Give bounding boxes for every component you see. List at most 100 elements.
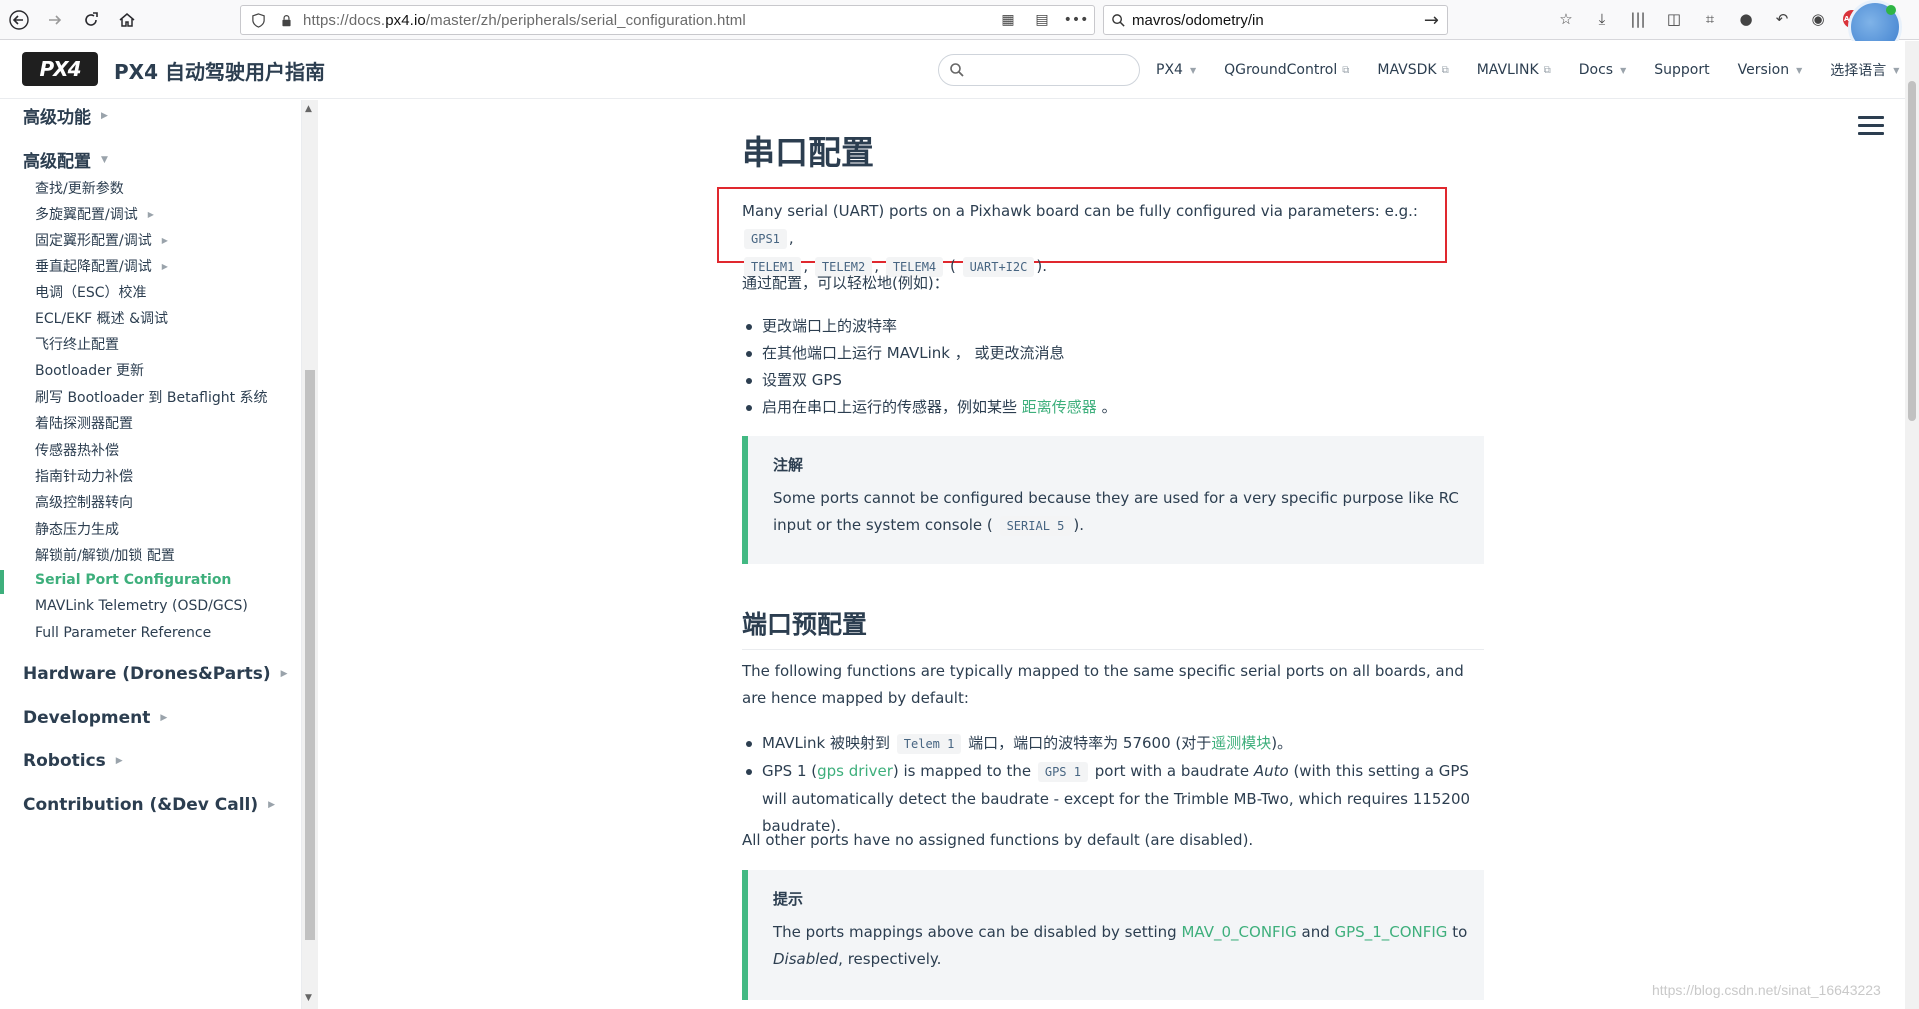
site-search-input[interactable]: [971, 59, 1131, 81]
chat-bubble-icon[interactable]: ●: [1735, 6, 1757, 32]
chevron-right-icon: ▶: [268, 800, 276, 810]
sidebar-toggle-icon[interactable]: ◫: [1663, 6, 1685, 32]
download-icon[interactable]: ⤓: [1591, 6, 1613, 32]
sidebar-section-advanced-features[interactable]: 高级功能 ▶: [23, 103, 108, 128]
sidebar-item[interactable]: 指南针动力补偿: [35, 466, 133, 486]
sidebar-item[interactable]: MAVLink Telemetry (OSD/GCS): [35, 598, 248, 614]
sidebar-item-serial-port-configuration[interactable]: Serial Port Configuration: [35, 572, 231, 588]
nav-mavsdk[interactable]: MAVSDK ⧉: [1377, 60, 1448, 80]
nav-support[interactable]: Support: [1654, 60, 1709, 80]
caret-down-icon: ▼: [1189, 65, 1197, 75]
search-icon: [1104, 13, 1132, 28]
scroll-down-arrow-icon[interactable]: ▼: [305, 993, 312, 1003]
code-gps-1: GPS 1: [1037, 762, 1088, 782]
sidebar-item[interactable]: 解锁前/解锁/加锁 配置: [35, 545, 175, 565]
mapping-list: MAVLink 被映射到 Telem 1 端口，端口的波特率为 57600 (对…: [742, 730, 1484, 840]
note-text: Some ports cannot be configured because …: [773, 489, 1459, 536]
forward-button[interactable]: [38, 3, 72, 37]
sidebar-section-development[interactable]: Development ▶: [23, 708, 167, 728]
back-button[interactable]: [2, 3, 36, 37]
tip-box: 提示 The ports mappings above can be disab…: [742, 870, 1484, 1000]
caret-down-icon: ▼: [1893, 65, 1900, 75]
sidebar-item[interactable]: ECL/EKF 概述 &调试: [35, 308, 168, 328]
scroll-up-arrow-icon[interactable]: ▲: [305, 104, 312, 114]
nav-language[interactable]: 选择语言 ▼: [1830, 60, 1899, 80]
code-serial5: SERIAL 5: [999, 516, 1072, 536]
caret-down-icon: ▼: [1620, 65, 1627, 75]
sidebar-item[interactable]: Bootloader 更新: [35, 360, 144, 380]
sidebar-section-hardware[interactable]: Hardware (Drones&Parts) ▶: [23, 664, 288, 684]
tracking-shield-icon[interactable]: [247, 9, 269, 31]
sidebar-item[interactable]: 着陆探测器配置: [35, 413, 133, 433]
qr-code-icon[interactable]: ▦: [998, 10, 1018, 30]
reader-view-icon[interactable]: ▤: [1032, 10, 1052, 30]
chevron-down-icon: ▼: [101, 154, 108, 165]
sidebar-item[interactable]: 传感器热补偿: [35, 440, 119, 460]
home-button[interactable]: [110, 3, 144, 37]
search-icon: [949, 62, 965, 82]
gps-driver-link[interactable]: gps driver: [817, 762, 893, 780]
nav-px4[interactable]: PX4 ▼: [1156, 60, 1196, 80]
tip-text: The ports mappings above can be disabled…: [773, 923, 1468, 968]
sidebar-item[interactable]: 电调（ESC）校准: [35, 282, 147, 302]
sidebar-item[interactable]: 高级控制器转向: [35, 492, 133, 512]
sidebar-section-contribution[interactable]: Contribution (&Dev Call) ▶: [23, 795, 275, 815]
gps-1-config-link[interactable]: GPS_1_CONFIG: [1335, 923, 1448, 941]
page-actions-icon[interactable]: •••: [1064, 10, 1089, 30]
nav-qgroundcontrol[interactable]: QGroundControl ⧉: [1224, 60, 1349, 80]
sidebar-item[interactable]: 多旋翼配置/调试 ▶: [35, 204, 154, 224]
sidebar-item[interactable]: 固定翼形配置/调试 ▶: [35, 230, 168, 250]
reload-button[interactable]: [74, 3, 108, 37]
url-text: https://docs.px4.io/master/zh/peripheral…: [303, 11, 746, 29]
caret-down-icon: ▼: [1796, 65, 1803, 75]
distance-sensor-link[interactable]: 距离传感器: [1022, 398, 1097, 416]
px4-logo[interactable]: PX4: [22, 52, 98, 86]
preconfig-paragraph: The following functions are typically ma…: [742, 662, 1464, 707]
hamburger-menu-icon[interactable]: [1858, 116, 1884, 136]
telemetry-module-link[interactable]: 遥测模块: [1211, 734, 1271, 752]
nav-mavlink[interactable]: MAVLINK ⧉: [1477, 60, 1551, 80]
site-title[interactable]: PX4 自动驾驶用户指南: [114, 56, 325, 85]
nav-docs[interactable]: Docs ▼: [1579, 60, 1627, 80]
page-scrollbar[interactable]: [1905, 41, 1919, 1009]
main-content: 串口配置 Many serial (UART) ports on a Pixha…: [318, 100, 1905, 1009]
address-bar[interactable]: https://docs.px4.io/master/zh/peripheral…: [240, 5, 1095, 35]
feature-list: 更改端口上的波特率 在其他端口上运行 MAVLink ， 或更改流消息 设置双 …: [742, 313, 1117, 421]
forward-arrow-icon: [49, 14, 62, 25]
reload-icon: [85, 11, 98, 26]
lock-icon[interactable]: [275, 9, 297, 31]
chevron-right-icon: ▶: [280, 669, 288, 679]
sidebar-item[interactable]: Full Parameter Reference: [35, 625, 211, 641]
chevron-right-icon: ▶: [115, 756, 123, 766]
intro-paragraph: Many serial (UART) ports on a Pixhawk bo…: [742, 202, 1418, 277]
sidebar-item[interactable]: 飞行终止配置: [35, 334, 119, 354]
list-item: 更改端口上的波特率: [742, 313, 1117, 340]
code-uart-i2c: UART+I2C: [962, 257, 1035, 277]
go-arrow-icon[interactable]: →: [1424, 10, 1439, 31]
chevron-right-icon: ▶: [160, 713, 168, 723]
sidebar-item[interactable]: 静态压力生成: [35, 519, 119, 539]
sidebar-scrollbar[interactable]: ▲ ▼: [302, 100, 318, 1009]
sidebar-section-advanced-config[interactable]: 高级配置 ▼: [23, 147, 108, 172]
page-scrollbar-thumb[interactable]: [1908, 81, 1916, 421]
nav-version[interactable]: Version ▼: [1738, 60, 1803, 80]
sidebar-item[interactable]: 查找/更新参数: [35, 178, 124, 198]
note-box: 注解 Some ports cannot be configured becau…: [742, 436, 1484, 564]
sidebar-item[interactable]: 垂直起降配置/调试 ▶: [35, 256, 168, 276]
site-search[interactable]: [938, 54, 1140, 86]
bookmark-star-icon[interactable]: ☆: [1555, 6, 1577, 32]
mav-0-config-link[interactable]: MAV_0_CONFIG: [1181, 923, 1296, 941]
sidebar-scrollbar-thumb[interactable]: [305, 370, 315, 940]
sidebar-item[interactable]: 刷写 Bootloader 到 Betaflight 系统: [35, 387, 268, 407]
account-icon[interactable]: ◉: [1807, 6, 1829, 32]
sidebar-section-robotics[interactable]: Robotics ▶: [23, 751, 123, 771]
top-nav: PX4 ▼ QGroundControl ⧉ MAVSDK ⧉ MAVLINK ⧉ Do…: [1156, 60, 1919, 80]
chevron-right-icon: ▶: [147, 209, 154, 219]
browser-search-value: mavros/odometry/in: [1132, 11, 1264, 29]
section-title-port-preconfig: 端口预配置: [742, 605, 1484, 650]
home-icon: [119, 12, 135, 27]
screenshot-crop-icon[interactable]: ⌗: [1699, 6, 1721, 32]
library-icon[interactable]: |||: [1627, 6, 1649, 32]
browser-search-box[interactable]: mavros/odometry/in →: [1103, 5, 1448, 35]
undo-icon[interactable]: ↶: [1771, 6, 1793, 32]
